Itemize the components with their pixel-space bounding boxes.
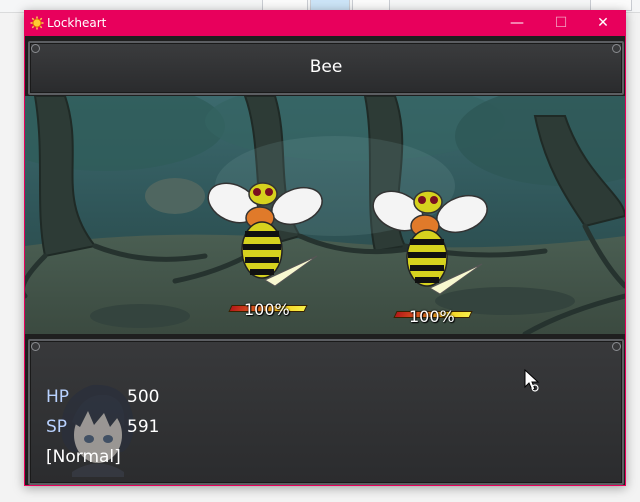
- sp-value: 591: [127, 417, 160, 437]
- sp-label: SP: [46, 417, 68, 437]
- title-bar[interactable]: Lockheart — ☐ ✕: [25, 11, 625, 36]
- window-corner-ornament: [31, 44, 40, 53]
- window-corner-ornament: [31, 342, 40, 351]
- enemy-name: Bee: [309, 57, 343, 77]
- app-sun-icon: [30, 16, 44, 30]
- enemy-name-window: Bee: [28, 41, 624, 95]
- bee-enemy-sprite[interactable]: [205, 168, 325, 298]
- hp-value: 500: [127, 387, 160, 407]
- forest-scene: [25, 96, 625, 334]
- close-button[interactable]: ✕: [581, 11, 625, 36]
- minimize-button[interactable]: —: [495, 11, 539, 36]
- bee-enemy-sprite[interactable]: [370, 176, 490, 306]
- game-window: Lockheart — ☐ ✕ Bee 100% 100% HP 500 SP …: [24, 10, 626, 486]
- hero-state: [Normal]: [46, 447, 121, 467]
- party-status-window: HP 500 SP 591 [Normal]: [28, 339, 624, 485]
- maximize-button[interactable]: ☐: [539, 11, 583, 36]
- window-corner-ornament: [612, 44, 621, 53]
- hp-label: HP: [46, 387, 70, 407]
- battle-background: 100% 100%: [25, 96, 625, 334]
- window-corner-ornament: [612, 342, 621, 351]
- mouse-cursor-icon: [524, 369, 540, 392]
- window-title: Lockheart: [47, 16, 107, 30]
- game-screen[interactable]: Bee 100% 100% HP 500 SP 591 [Normal]: [25, 36, 625, 485]
- enemy-hp-percent: 100%: [244, 300, 290, 319]
- enemy-hp-percent: 100%: [409, 307, 455, 326]
